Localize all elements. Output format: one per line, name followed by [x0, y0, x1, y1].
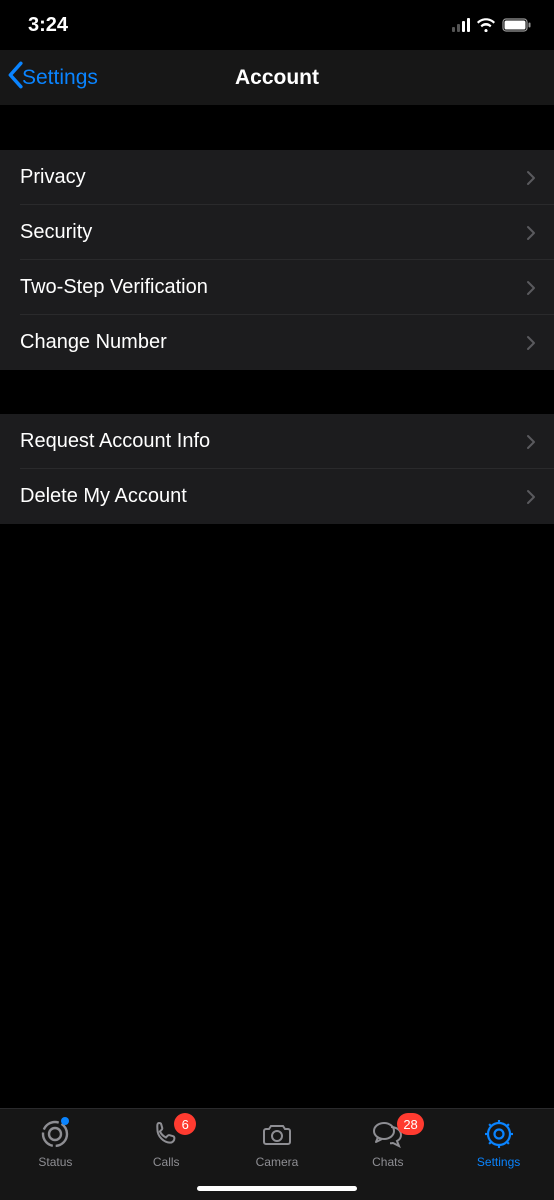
tab-label: Camera	[256, 1155, 299, 1169]
list-group: Request Account Info Delete My Account	[0, 414, 554, 524]
list-item-label: Change Number	[20, 331, 167, 354]
chevron-right-icon	[526, 335, 536, 351]
gear-icon	[483, 1117, 515, 1151]
tab-label: Status	[38, 1155, 72, 1169]
battery-icon	[502, 18, 532, 32]
chevron-right-icon	[526, 280, 536, 296]
status-time: 3:24	[28, 14, 68, 37]
tab-status[interactable]: Status	[0, 1117, 111, 1200]
chevron-right-icon	[526, 434, 536, 450]
chats-icon: 28	[370, 1117, 406, 1151]
list-item-request-account-info[interactable]: Request Account Info	[0, 414, 554, 469]
tab-label: Chats	[372, 1155, 403, 1169]
chevron-right-icon	[526, 489, 536, 505]
status-bar: 3:24	[0, 0, 554, 50]
list-item-label: Privacy	[20, 166, 86, 189]
tab-label: Calls	[153, 1155, 180, 1169]
list-item-security[interactable]: Security	[0, 205, 554, 260]
back-button[interactable]: Settings	[0, 61, 98, 95]
cellular-signal-icon	[452, 18, 470, 32]
section-gap	[0, 370, 554, 414]
tab-label: Settings	[477, 1155, 520, 1169]
list-item-privacy[interactable]: Privacy	[0, 150, 554, 205]
wifi-icon	[476, 18, 496, 32]
list-item-change-number[interactable]: Change Number	[0, 315, 554, 370]
tab-settings[interactable]: Settings	[443, 1117, 554, 1200]
section-gap	[0, 106, 554, 150]
list-item-label: Request Account Info	[20, 430, 210, 453]
status-indicators	[452, 18, 532, 32]
calls-badge: 6	[174, 1113, 196, 1135]
status-icon	[39, 1117, 71, 1151]
chats-badge: 28	[397, 1113, 423, 1135]
back-label: Settings	[22, 66, 98, 90]
list-group: Privacy Security Two-Step Verification C…	[0, 150, 554, 370]
chevron-right-icon	[526, 170, 536, 186]
phone-icon: 6	[150, 1117, 182, 1151]
list-item-two-step-verification[interactable]: Two-Step Verification	[0, 260, 554, 315]
nav-header: Settings Account	[0, 50, 554, 106]
camera-icon	[260, 1117, 294, 1151]
list-item-label: Two-Step Verification	[20, 276, 208, 299]
list-item-delete-my-account[interactable]: Delete My Account	[0, 469, 554, 524]
list-item-label: Delete My Account	[20, 485, 187, 508]
content: Privacy Security Two-Step Verification C…	[0, 106, 554, 524]
chevron-right-icon	[526, 225, 536, 241]
home-indicator[interactable]	[197, 1186, 357, 1191]
list-item-label: Security	[20, 221, 92, 244]
